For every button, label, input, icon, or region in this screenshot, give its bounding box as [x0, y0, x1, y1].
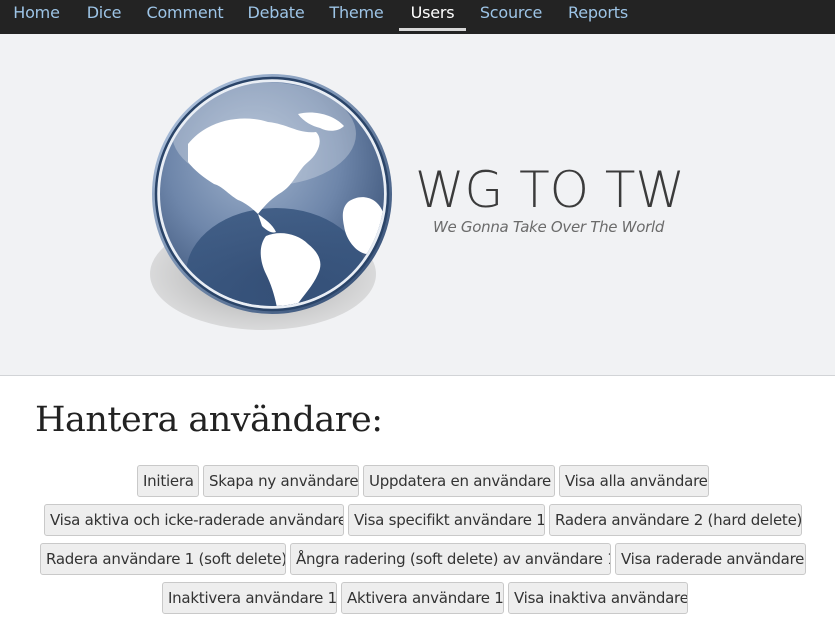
nav-item-dice[interactable]: Dice [84, 0, 124, 28]
hard-delete-user-2-button[interactable]: Radera användare 2 (hard delete) [549, 504, 802, 536]
top-navigation: Home Dice Comment Debate Theme Users Sco… [0, 0, 835, 34]
nav-item-comment[interactable]: Comment [146, 0, 224, 28]
initiera-button[interactable]: Initiera [137, 465, 199, 497]
deactivate-user-1-button[interactable]: Inaktivera användare 1 [162, 582, 337, 614]
globe-icon [150, 74, 392, 330]
create-user-button[interactable]: Skapa ny användare [203, 465, 359, 497]
nav-item-theme[interactable]: Theme [328, 0, 385, 28]
nav-item-users[interactable]: Users [399, 0, 466, 31]
undo-soft-delete-user-1-button[interactable]: Ångra radering (soft delete) av användar… [290, 543, 611, 575]
activate-user-1-button[interactable]: Aktivera användare 1 [341, 582, 504, 614]
page-title: Hantera användare: [35, 400, 383, 440]
header-banner: WG TO TW We Gonna Take Over The World [0, 34, 835, 376]
show-active-users-button[interactable]: Visa aktiva och icke-raderade användare [44, 504, 344, 536]
show-all-users-button[interactable]: Visa alla användare [559, 465, 709, 497]
site-tagline: We Gonna Take Over The World [433, 218, 665, 236]
soft-delete-user-1-button[interactable]: Radera användare 1 (soft delete) [40, 543, 286, 575]
show-user-1-button[interactable]: Visa specifikt användare 1 [348, 504, 545, 536]
site-title: WG TO TW [415, 161, 685, 219]
nav-item-scource[interactable]: Scource [478, 0, 544, 28]
nav-item-debate[interactable]: Debate [246, 0, 306, 28]
nav-item-reports[interactable]: Reports [566, 0, 630, 28]
nav-item-home[interactable]: Home [10, 0, 63, 28]
update-user-button[interactable]: Uppdatera en användare [363, 465, 555, 497]
show-inactive-users-button[interactable]: Visa inaktiva användare [508, 582, 688, 614]
show-deleted-users-button[interactable]: Visa raderade användare [615, 543, 806, 575]
